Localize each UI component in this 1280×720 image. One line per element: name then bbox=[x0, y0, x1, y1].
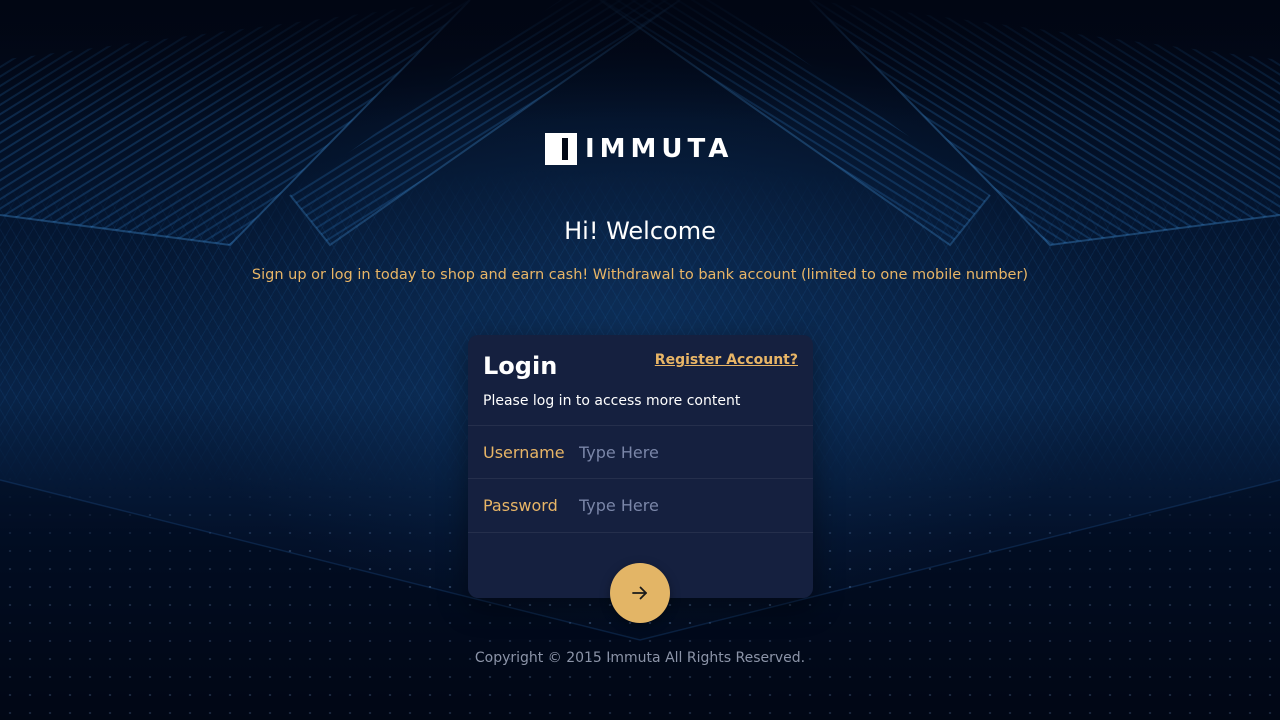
welcome-heading: Hi! Welcome bbox=[564, 217, 716, 245]
login-title: Login bbox=[483, 352, 558, 380]
login-card: Login Register Account? Please log in to… bbox=[468, 335, 813, 598]
arrow-right-icon bbox=[632, 586, 647, 600]
password-row: Password bbox=[468, 478, 813, 533]
logo-mark-icon bbox=[545, 133, 577, 165]
login-subtitle: Please log in to access more content bbox=[483, 393, 741, 409]
password-input[interactable] bbox=[579, 496, 798, 515]
username-label: Username bbox=[483, 443, 565, 462]
logo-text: IMMUTA bbox=[585, 134, 734, 164]
username-input[interactable] bbox=[579, 443, 798, 462]
copyright-text: Copyright © 2015 Immuta All Rights Reser… bbox=[474, 650, 806, 666]
register-account-link[interactable]: Register Account? bbox=[655, 350, 798, 370]
immuta-logo: IMMUTA bbox=[545, 133, 733, 165]
username-row: Username bbox=[468, 425, 813, 479]
login-submit-button[interactable] bbox=[610, 563, 670, 623]
welcome-tagline: Sign up or log in today to shop and earn… bbox=[251, 267, 1029, 283]
password-label: Password bbox=[483, 496, 558, 515]
